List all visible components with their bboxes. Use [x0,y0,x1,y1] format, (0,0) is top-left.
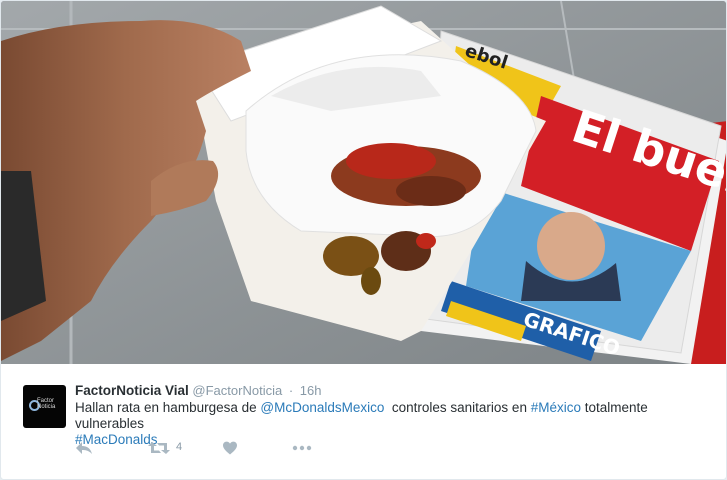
hashtag-link[interactable]: #México [531,400,581,415]
display-name[interactable]: FactorNoticia Vial [75,383,189,398]
reply-button[interactable] [75,440,93,456]
more-icon [292,445,312,451]
photo-scene: El buen GRAFICO ebol [1,1,726,364]
user-handle[interactable]: @FactorNoticia [192,383,282,398]
heart-icon [223,441,237,455]
timestamp[interactable]: 16h [300,383,322,398]
tweet-photo[interactable]: El buen GRAFICO ebol [1,1,726,364]
tweet-text-part: controles sanitarios en [384,400,531,415]
avatar[interactable]: Factor Noticia [23,385,66,428]
tweet-text-part: Hallan rata en hamburgesa de [75,400,261,415]
tweet-header: FactorNoticia Vial @FactorNoticia · 16h [75,383,322,398]
tweet-card[interactable]: El buen GRAFICO ebol Factor Noticia Fact… [0,0,727,480]
retweet-count: 4 [176,441,183,453]
like-button[interactable] [222,440,238,456]
mention-link[interactable]: @McDonaldsMexico [260,400,384,415]
more-button[interactable] [292,440,312,456]
reply-icon [76,442,92,454]
retweet-button[interactable] [148,440,170,456]
avatar-logo-text: Factor Noticia [37,398,56,410]
retweet-icon [148,442,170,454]
separator: · [288,383,294,398]
tweet-actions: 4 [75,440,375,456]
tweet-body: Factor Noticia FactorNoticia Vial @Facto… [1,364,726,479]
